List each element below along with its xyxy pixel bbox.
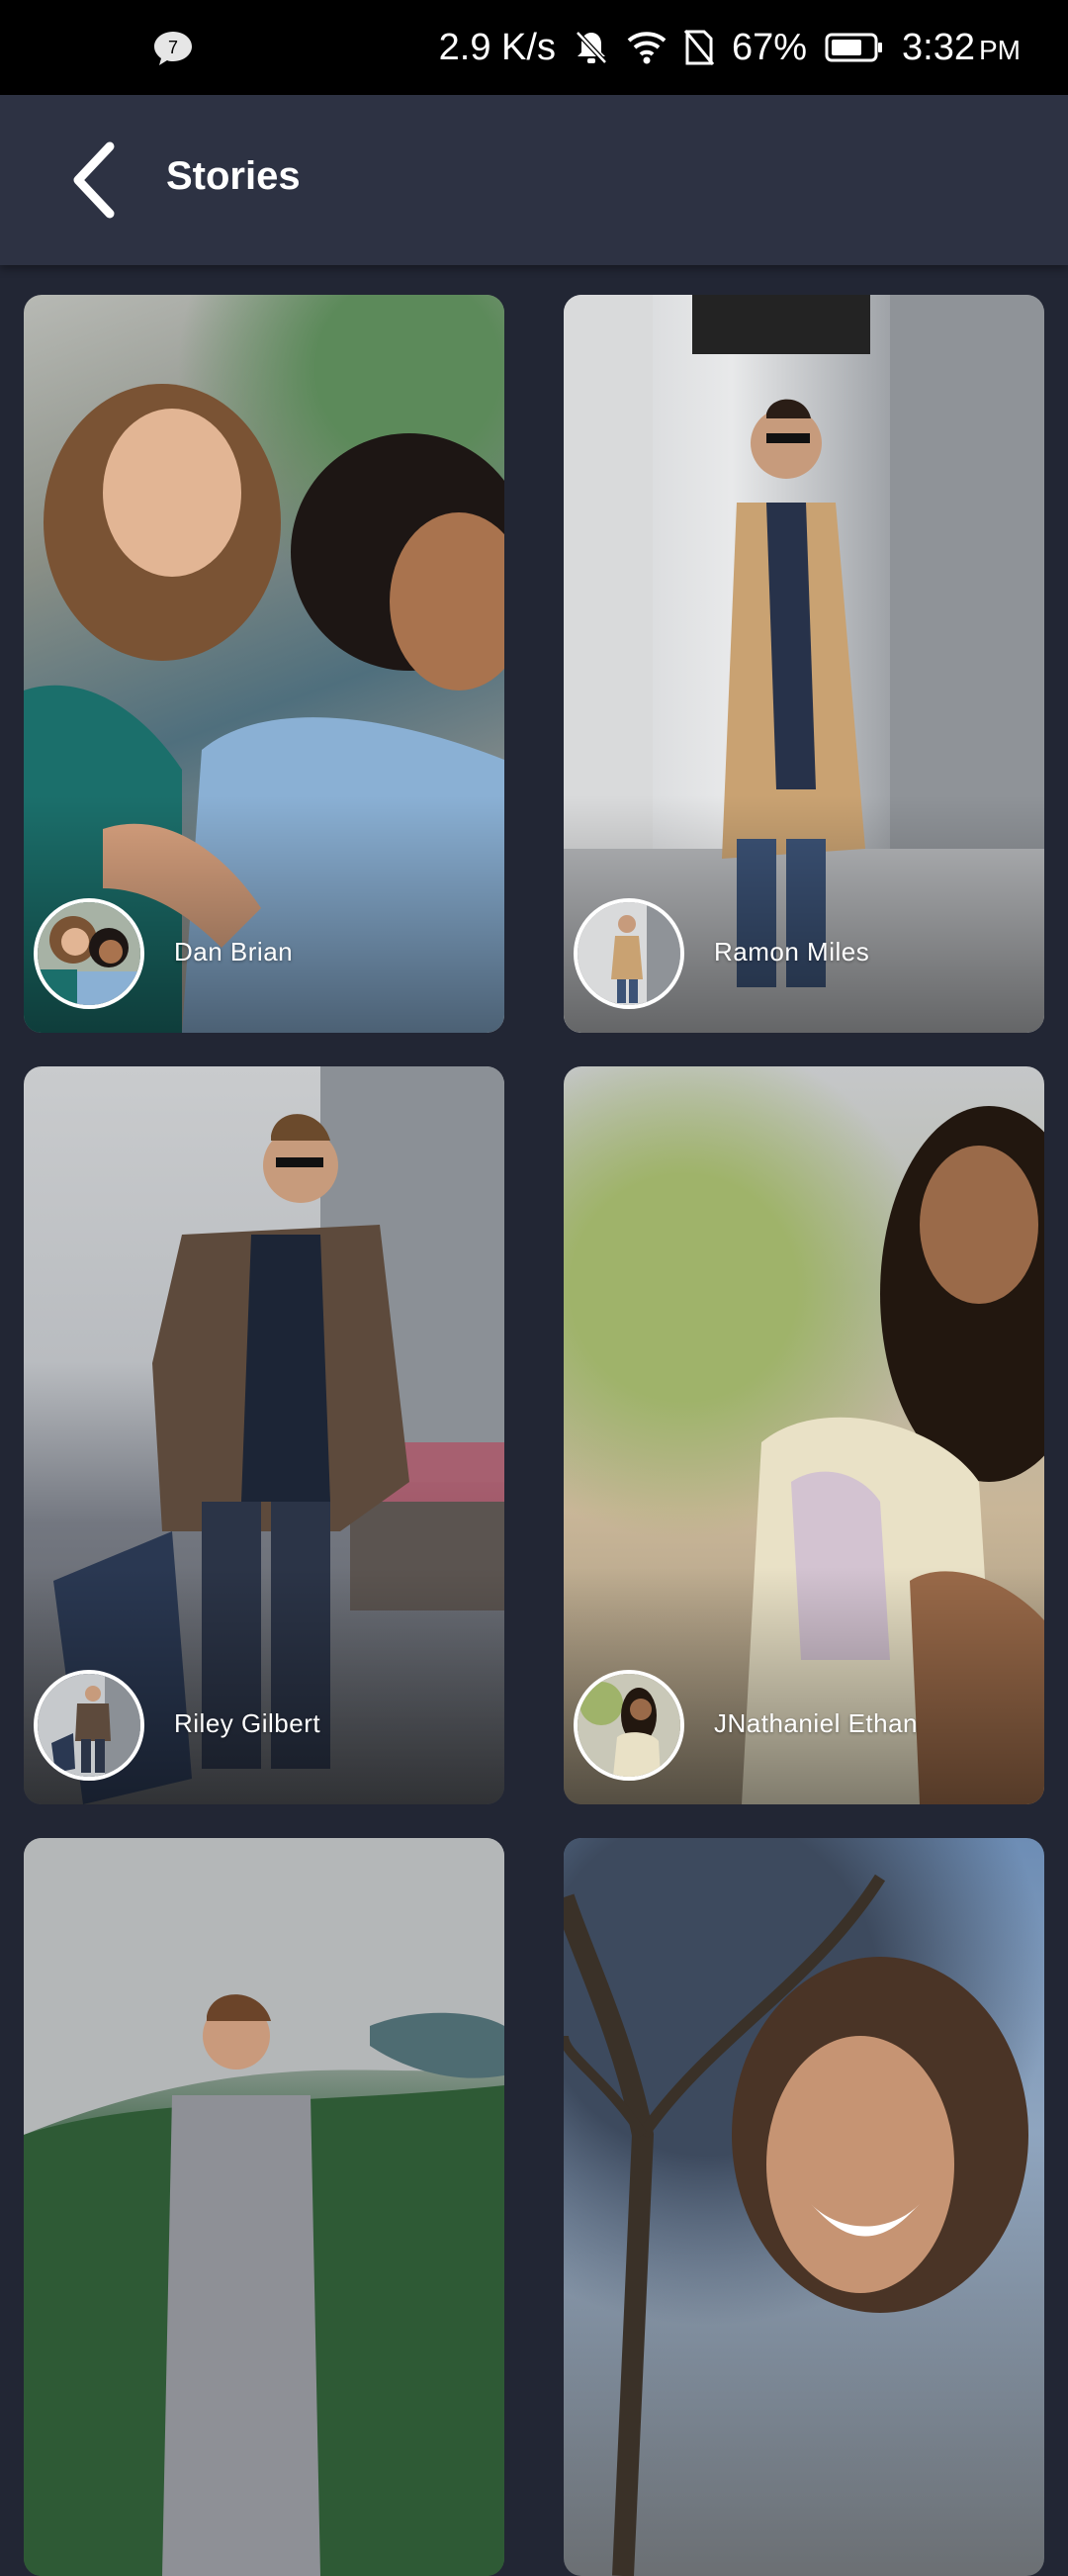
clock: 3:32 PM [902,27,1021,69]
status-bar: 7 2.9 K/s 67% 3:32 PM [0,0,1068,95]
avatar [34,898,144,1009]
page-title: Stories [166,154,301,198]
network-speed: 2.9 K/s [438,26,556,68]
notification-count: 7 [168,38,178,57]
story-author-name: Ramon Miles [714,937,870,966]
story-image [24,1838,504,2576]
clock-ampm: PM [979,34,1021,65]
story-card[interactable] [564,1838,1044,2576]
story-card[interactable]: Riley Gilbert [24,1066,504,1804]
story-image [564,1838,1044,2576]
avatar [574,1670,684,1781]
app-bar: Stories [0,95,1068,265]
battery-icon [825,32,884,63]
chat-notification-icon: 7 [152,30,194,67]
story-card[interactable]: JNathaniel Ethan [564,1066,1044,1804]
back-button[interactable] [55,140,134,220]
story-card[interactable] [24,1838,504,2576]
story-card[interactable]: Ramon Miles [564,295,1044,1033]
story-author-name: Riley Gilbert [174,1708,321,1738]
back-arrow-icon [73,141,115,219]
mute-icon [574,29,609,66]
avatar [574,898,684,1009]
story-author-name: JNathaniel Ethan [714,1708,919,1738]
battery-percent: 67% [731,26,808,68]
avatar [34,1670,144,1781]
story-author-name: Dan Brian [174,937,294,966]
no-sim-icon [683,29,714,66]
wifi-icon [627,31,667,64]
story-card[interactable]: Dan Brian [24,295,504,1033]
clock-time: 3:32 [902,26,975,68]
